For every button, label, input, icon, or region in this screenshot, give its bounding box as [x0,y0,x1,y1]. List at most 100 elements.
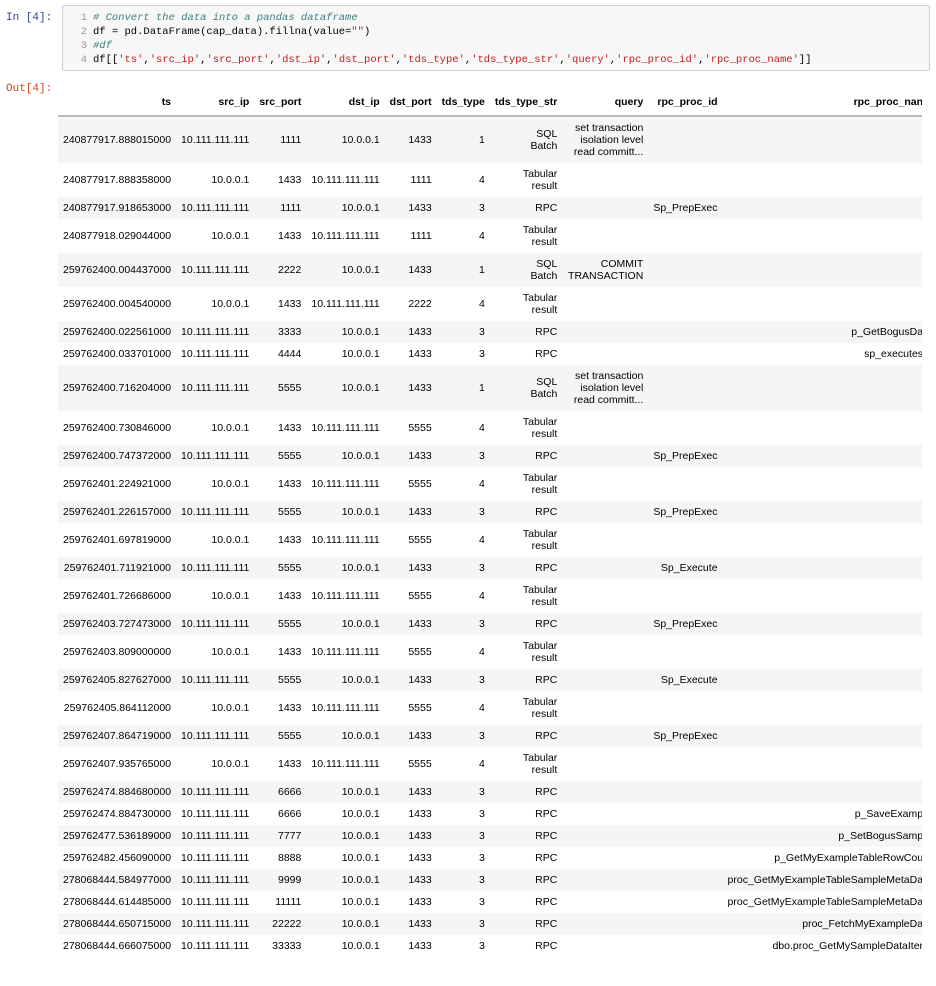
cell-text: 10.111.111.111 [311,590,380,602]
cell-text: set transaction isolation level read com… [573,370,644,406]
cell-text: 10.111.111.111 [311,534,380,546]
cell-text: 4 [479,230,485,242]
cell-text: 259762401.726686000 [63,590,172,602]
cell-src_ip: 10.0.0.1 [176,163,254,197]
cell-rpc_proc_nan: p_GetBogusDa [723,321,922,343]
cell-rpc_proc_nan [723,557,922,579]
cell-rpc_proc_nan [723,253,922,287]
cell-tds_type: 3 [437,613,490,635]
table-row: 259762401.711921000 10.111.111.111 5555 10.… [58,557,922,579]
cell-dst_port: 1433 [385,445,437,467]
cell-text: 4 [479,702,485,714]
cell-src_port: 5555 [254,365,306,411]
cell-rpc_proc_nan: sp_executes [723,343,922,365]
cell-rpc_proc_id [648,253,722,287]
cell-src_port: 1111 [254,197,306,219]
cell-text: 5555 [408,758,432,770]
cell-tds_type_str: Tabular result [490,467,562,501]
table-row: 278068444.666075000 10.111.111.111 33333 10… [58,935,922,957]
cell-dst_port: 1111 [385,163,437,197]
cell-ts: 259762401.726686000 [58,579,176,613]
cell-text: 10.0.0.1 [211,534,250,546]
cell-text: 1433 [278,702,302,714]
table-row: 259762405.827627000 10.111.111.111 5555 10.… [58,669,922,691]
cell-dst_ip: 10.0.0.1 [306,869,384,891]
cell-tds_type: 3 [437,501,490,523]
cell-src_port: 1433 [254,523,306,557]
code-token-string: 'src_ip' [149,54,201,66]
cell-rpc_proc_id [648,847,722,869]
code-token-string: 'tds_type_str' [471,54,560,66]
cell-text: SQL Batch [530,376,558,400]
cell-src_ip: 10.111.111.111 [176,321,254,343]
cell-rpc_proc_nan: p_GetMyExampleTableRowCou [723,847,922,869]
cell-src_port: 22222 [254,913,306,935]
cell-tds_type_str: RPC [490,669,562,691]
cell-text: p_SaveExamp [854,808,922,820]
cell-src_port: 2222 [254,253,306,287]
cell-src_ip: 10.111.111.111 [176,116,254,163]
cell-rpc_proc_id: Sp_PrepExec [648,725,722,747]
table-row: 278068444.650715000 10.111.111.111 22222 10… [58,913,922,935]
cell-dst_ip: 10.111.111.111 [306,747,384,781]
cell-query [562,891,648,913]
cell-dst_port: 1433 [385,321,437,343]
cell-src_ip: 10.0.0.1 [176,747,254,781]
cell-query [562,321,648,343]
cell-dst_port: 1433 [385,365,437,411]
cell-text: 10.0.0.1 [341,852,380,864]
cell-tds_type: 4 [437,579,490,613]
cell-text: Tabular result [522,696,558,720]
cell-text: 10.0.0.1 [211,478,250,490]
cell-text: 278068444.650715000 [63,918,172,930]
cell-text: 10.111.111.111 [181,830,250,842]
cell-src_ip: 10.0.0.1 [176,579,254,613]
cell-rpc_proc_nan [723,411,922,445]
dataframe-output: ts src_ip src_port dst_ip dst_port tds_type td… [58,92,922,957]
code-line: 3 #df [71,39,929,53]
cell-src_port: 5555 [254,557,306,579]
cell-text: 8888 [278,852,302,864]
cell-ts: 259762407.864719000 [58,725,176,747]
cell-rpc_proc_nan [723,445,922,467]
cell-text: 10.111.111.111 [181,264,250,276]
cell-text: 10.0.0.1 [341,348,380,360]
cell-text: 10.0.0.1 [211,230,250,242]
cell-dst_port: 1433 [385,343,437,365]
cell-tds_type: 3 [437,935,490,957]
cell-text: Sp_PrepExec [653,450,718,462]
cell-text: RPC [535,940,558,952]
cell-text: Tabular result [522,292,558,316]
cell-tds_type_str: RPC [490,869,562,891]
code-token-string: 'dst_port' [332,54,396,66]
cell-src_ip: 10.0.0.1 [176,691,254,725]
cell-query [562,411,648,445]
cell-rpc_proc_nan [723,725,922,747]
cell-rpc_proc_nan [723,781,922,803]
cell-text: 259762401.711921000 [63,562,172,574]
cell-text: 10.0.0.1 [341,730,380,742]
cell-src_ip: 10.111.111.111 [176,847,254,869]
cell-text: 10.111.111.111 [311,174,380,186]
table-row: 259762400.022561000 10.111.111.111 3333 10.… [58,321,922,343]
cell-ts: 259762401.711921000 [58,557,176,579]
cell-text: 4 [479,590,485,602]
cell-text: 11111 [275,896,302,908]
cell-tds_type_str: Tabular result [490,163,562,197]
cell-text: 1 [479,134,485,146]
cell-text: 6666 [278,786,302,798]
cell-text: 4 [479,422,485,434]
cell-text: Tabular result [522,416,558,440]
cell-text: 10.111.111.111 [181,382,250,394]
table-row: 240877917.888358000 10.0.0.1 1433 10.111.11… [58,163,922,197]
cell-tds_type_str: Tabular result [490,635,562,669]
code-token-plain: df = pd.DataFrame(cap_data).fillna(value… [93,26,352,38]
cell-text: 3 [479,348,485,360]
code-cell-editor[interactable]: 1 # Convert the data into a pandas datafr… [62,5,930,71]
cell-text: 4 [479,298,485,310]
cell-tds_type: 1 [437,365,490,411]
cell-text: 259762477.536189000 [63,830,172,842]
code-token-string: 'dst_ip' [275,54,327,66]
cell-text: 278068444.584977000 [63,874,172,886]
cell-dst_port: 1433 [385,913,437,935]
